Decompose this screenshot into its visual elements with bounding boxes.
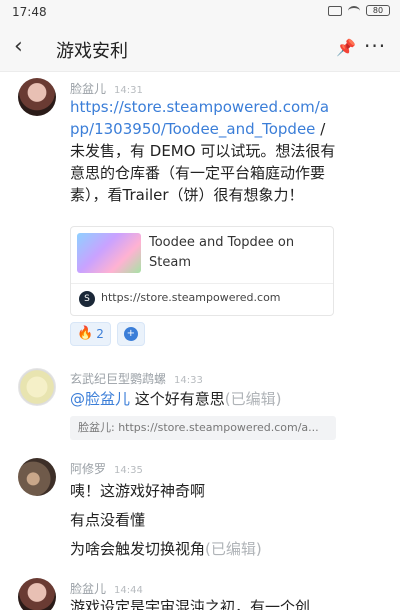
author-name[interactable]: 脸盆儿 [70, 582, 106, 596]
fire-icon: 🔥 [77, 326, 94, 341]
message-body: @脸盆儿 这个好有意思(已编辑) [70, 388, 338, 410]
mention[interactable]: @脸盆儿 [70, 390, 130, 408]
author-name[interactable]: 阿修罗 [70, 462, 106, 476]
author-line: 阿修罗 14:35 [70, 460, 143, 477]
battery-icon: 80 [366, 5, 390, 16]
reaction-fire[interactable]: 🔥 2 [70, 322, 111, 346]
add-reaction-button[interactable]: + [116, 322, 145, 346]
message-body: https://store.steampowered.com/app/13039… [70, 96, 338, 206]
status-icons: 80 [328, 5, 390, 16]
avatar[interactable] [18, 578, 56, 610]
message-text: 游戏设定是宇宙混沌之初，有一个创 [70, 598, 311, 610]
message-line-2: 有点没看懂 [70, 511, 146, 529]
message-link[interactable]: https://store.steampowered.com/app/13039… [70, 98, 329, 138]
status-time: 17:48 [12, 5, 47, 19]
message-line-1: 咦！这游戏好神奇啊 [70, 482, 206, 500]
message-time: 14:33 [174, 375, 203, 386]
page-title: 游戏安利 [56, 41, 128, 62]
steam-icon: S [79, 291, 95, 307]
edited-label: (已编辑) [224, 390, 282, 408]
message-time: 14:35 [114, 465, 143, 476]
wifi-icon [348, 5, 360, 16]
author-name[interactable]: 脸盆儿 [70, 82, 106, 96]
message-3: 阿修罗 14:35 咦！这游戏好神奇啊 有点没看懂 为啥会触发切换视角(已编辑) [0, 452, 400, 572]
add-reaction-icon: + [123, 327, 138, 341]
message-time: 14:31 [114, 85, 143, 96]
message-4: 脸盆儿 14:44 游戏设定是宇宙混沌之初，有一个创 [0, 572, 400, 610]
message-2: 玄武纪巨型鹦鹉螺 14:33 @脸盆儿 这个好有意思(已编辑) 脸盆儿: http… [0, 362, 400, 452]
signal-icon [328, 5, 342, 16]
chat-header: ‹ 游戏安利 📌 ··· [0, 26, 400, 72]
message-text: 为啥会触发切换视角 [70, 540, 206, 558]
author-name[interactable]: 玄武纪巨型鹦鹉螺 [70, 372, 166, 386]
message-1: 脸盆儿 14:31 https://store.steampowered.com/… [0, 72, 400, 352]
more-icon[interactable]: ··· [364, 34, 386, 58]
preview-source: https://store.steampowered.com [101, 291, 281, 304]
message-time: 14:44 [114, 585, 143, 596]
message-line-3: 为啥会触发切换视角(已编辑) [70, 538, 338, 560]
avatar[interactable] [18, 458, 56, 496]
pin-icon[interactable]: 📌 [336, 38, 356, 57]
reactions: 🔥 2 + [70, 322, 145, 346]
preview-thumbnail [77, 233, 141, 273]
preview-title: Toodee and Topdee on Steam [149, 235, 295, 270]
message-text: 这个好有意思 [130, 390, 225, 408]
author-line: 玄武纪巨型鹦鹉螺 14:33 [70, 370, 203, 387]
reaction-count: 2 [96, 327, 104, 341]
divider [71, 283, 333, 284]
edited-label: (已编辑) [205, 540, 262, 558]
author-line: 脸盆儿 14:31 [70, 80, 143, 97]
back-icon[interactable]: ‹ [14, 36, 36, 58]
avatar[interactable] [18, 368, 56, 406]
link-preview-card[interactable]: Toodee and Topdee on Steam S https://sto… [70, 226, 334, 316]
author-line: 脸盆儿 14:44 [70, 580, 143, 597]
status-bar: 17:48 80 [0, 0, 400, 26]
avatar[interactable] [18, 78, 56, 116]
reply-quote[interactable]: 脸盆儿: https://store.steampowered.com/a... [70, 416, 336, 440]
